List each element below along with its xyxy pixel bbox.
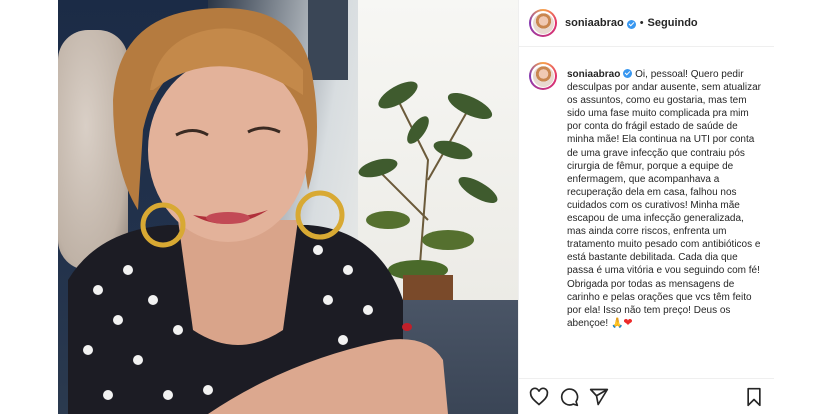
following-button[interactable]: Seguindo [648,17,698,29]
left-margin [0,0,58,414]
caption-verified-icon [623,69,633,78]
heart-outline-icon[interactable] [529,387,549,407]
caption-block: soniaabrao Oi, pessoal! Quero pedir desc… [519,58,774,358]
woman-portrait [68,7,448,414]
username-link[interactable]: soniaabrao [565,17,624,29]
post-image[interactable] [58,0,518,414]
action-bar [519,378,774,415]
post-header: soniaabrao • Seguindo [519,0,774,47]
bookmark-icon[interactable] [744,387,764,407]
caption-username[interactable]: soniaabrao [567,69,620,80]
caption-avatar[interactable] [529,62,557,90]
share-icon[interactable] [589,387,609,407]
right-margin [774,0,828,414]
post-side-panel: soniaabrao • Seguindo soniaabrao Oi, pes… [518,0,775,414]
caption-body: Oi, pessoal! Quero pedir desculpas por a… [567,69,762,329]
heart-emoji: ❤ [623,316,633,329]
caption: soniaabrao Oi, pessoal! Quero pedir desc… [567,68,765,330]
comment-icon[interactable] [559,387,579,407]
avatar[interactable] [529,9,557,37]
pray-emoji: 🙏 [610,317,624,329]
separator-dot: • [639,17,644,29]
verified-icon [626,19,636,29]
